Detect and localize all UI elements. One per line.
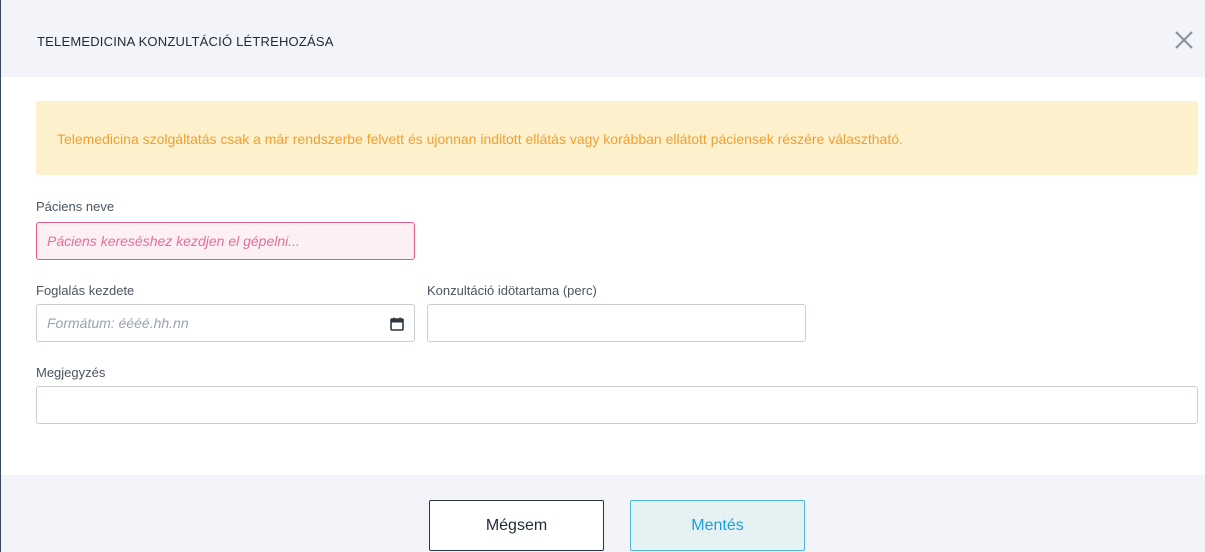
note-field (36, 386, 1198, 424)
duration-input[interactable] (428, 305, 805, 341)
patient-search-input[interactable] (37, 223, 414, 259)
calendar-icon[interactable] (390, 317, 404, 331)
patient-name-label: Páciens neve (36, 199, 115, 214)
duration-field (427, 304, 806, 342)
duration-label: Konzultáció idötartama (perc) (427, 283, 597, 298)
modal-footer: Mégsem Mentés (1, 475, 1205, 552)
save-button[interactable]: Mentés (630, 500, 805, 551)
close-icon[interactable] (1172, 28, 1196, 52)
booking-start-field (36, 304, 415, 342)
modal-title: TELEMEDICINA KONZULTÁCIÓ LÉTREHOZÁSA (37, 34, 334, 49)
note-input[interactable] (37, 387, 1197, 423)
telemedicine-consultation-modal: TELEMEDICINA KONZULTÁCIÓ LÉTREHOZÁSA Tel… (0, 0, 1205, 552)
modal-header: TELEMEDICINA KONZULTÁCIÓ LÉTREHOZÁSA (1, 0, 1205, 77)
info-alert: Telemedicina szolgáltatás csak a már ren… (36, 101, 1198, 175)
booking-start-label: Foglalás kezdete (36, 283, 135, 298)
note-label: Megjegyzés (36, 365, 106, 380)
cancel-button[interactable]: Mégsem (429, 500, 604, 551)
alert-text: Telemedicina szolgáltatás csak a már ren… (57, 131, 903, 147)
patient-name-field (36, 222, 415, 260)
booking-start-input[interactable] (37, 305, 414, 341)
